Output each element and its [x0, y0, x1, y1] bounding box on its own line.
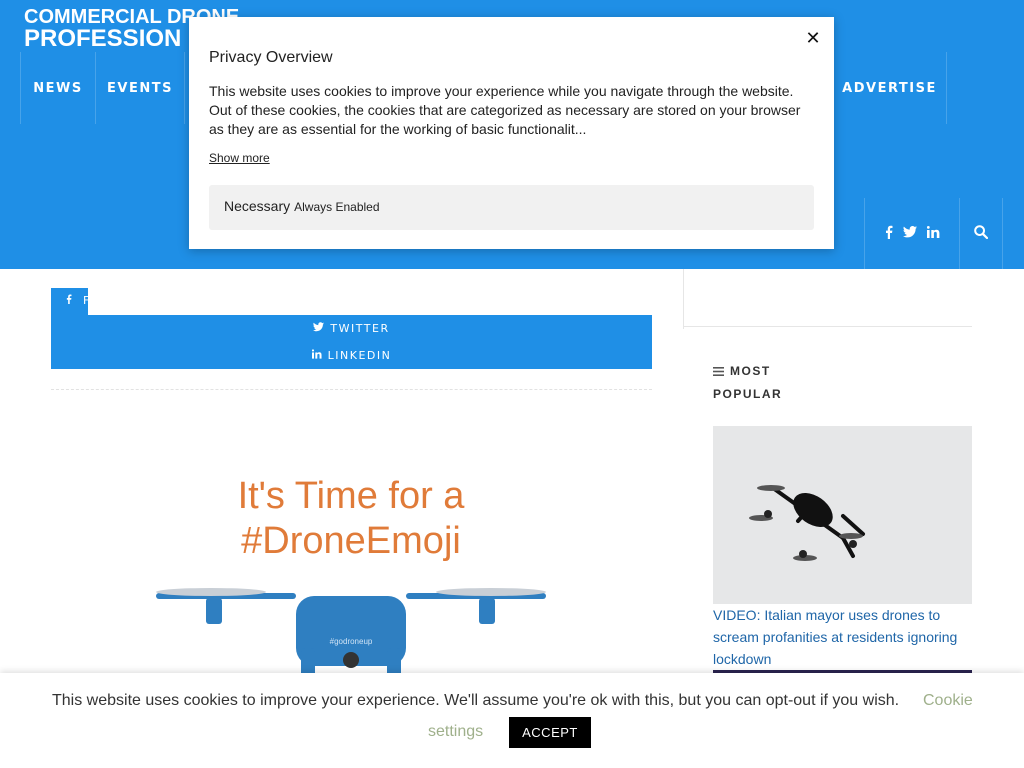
- share-twitter-text: TWITTER: [330, 322, 390, 335]
- content-divider: [51, 389, 652, 390]
- most-popular-word-2: POPULAR: [713, 386, 783, 401]
- share-linkedin-text: LINKEDIN: [327, 349, 392, 362]
- share-linkedin-button[interactable]: LINKEDIN: [51, 342, 652, 369]
- nav-events[interactable]: EVENTS: [95, 52, 185, 124]
- privacy-overview-modal: Privacy Overview ✕ This website uses coo…: [189, 17, 834, 249]
- share-facebook-label[interactable]: FACEBOOK: [66, 294, 154, 307]
- twitter-icon[interactable]: [903, 225, 917, 242]
- drone-illustration: #godroneup: [156, 588, 546, 680]
- accept-button[interactable]: ACCEPT: [509, 717, 591, 748]
- search-button[interactable]: [959, 198, 1003, 269]
- cookie-message: This website uses cookies to improve you…: [52, 692, 900, 709]
- logo-line-2: PROFESSION: [24, 25, 182, 52]
- hero-text-line-1: It's Time for a: [238, 475, 466, 517]
- cookie-settings-link-part-1[interactable]: Cookie: [923, 692, 973, 710]
- always-enabled-status: Always Enabled: [294, 200, 380, 214]
- modal-description: This website uses cookies to improve you…: [209, 83, 801, 137]
- twitter-icon: [313, 322, 325, 335]
- most-popular-heading: MOST POPULAR: [713, 360, 813, 405]
- social-links: [864, 198, 960, 269]
- hero-drone-tag: #godroneup: [330, 637, 373, 646]
- search-icon: [974, 224, 989, 243]
- menu-lines-icon: [713, 361, 724, 383]
- nav-news[interactable]: NEWS: [20, 52, 95, 124]
- modal-title: Privacy Overview: [209, 49, 333, 66]
- hero-text-line-2: #DroneEmoji: [241, 520, 461, 562]
- necessary-cookies-row[interactable]: Necessary Always Enabled: [209, 185, 814, 230]
- sidebar-separator: [683, 269, 684, 329]
- cookie-consent-bar: This website uses cookies to improve you…: [0, 673, 1024, 768]
- most-popular-word-1: MOST: [730, 364, 771, 378]
- share-twitter-button[interactable]: TWITTER: [51, 315, 652, 342]
- nav-advertise[interactable]: ADVERTISE: [832, 52, 947, 124]
- linkedin-icon[interactable]: [926, 225, 940, 242]
- popular-article-image[interactable]: [713, 426, 972, 604]
- linkedin-icon: [311, 349, 322, 362]
- cookie-settings-link-part-2[interactable]: settings: [428, 723, 483, 741]
- share-facebook-text: FACEBOOK: [83, 294, 155, 307]
- facebook-icon: [66, 294, 77, 307]
- facebook-icon[interactable]: [885, 225, 893, 243]
- popular-article-title[interactable]: VIDEO: Italian mayor uses drones to scre…: [713, 604, 975, 670]
- necessary-label: Necessary Always Enabled: [224, 198, 380, 214]
- necessary-text: Necessary: [224, 198, 291, 214]
- sidebar-line: [683, 326, 972, 327]
- article-hero-image: It's Time for a #DroneEmoji #godroneup: [156, 475, 546, 680]
- show-more-link[interactable]: Show more: [209, 151, 270, 165]
- close-icon[interactable]: ✕: [802, 27, 824, 49]
